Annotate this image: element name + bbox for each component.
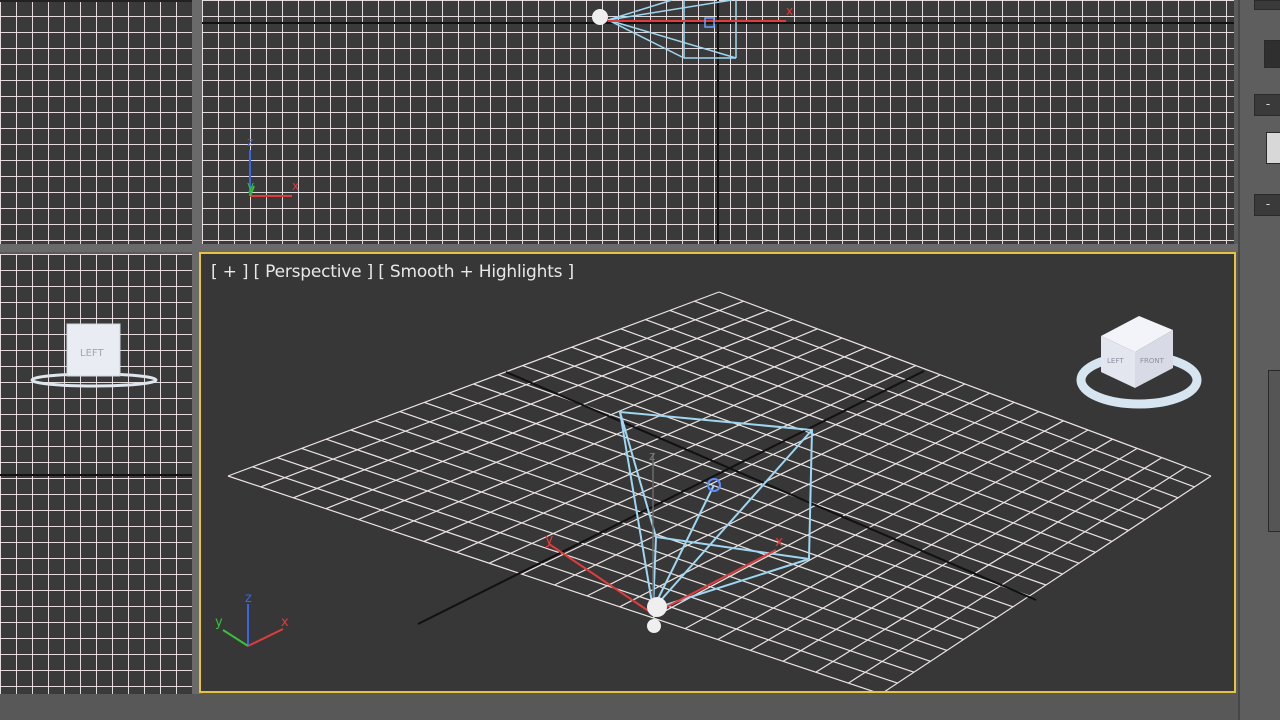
viewport-separator-horizontal[interactable]	[0, 244, 1238, 252]
viewcube-front-label: FRONT	[1140, 357, 1165, 365]
top-viewport-overlay: x x z y	[247, 0, 793, 197]
panel-icon-button[interactable]	[1266, 132, 1280, 164]
gizmo-x-label: x	[786, 4, 793, 18]
tripod-z-label: z	[245, 591, 252, 606]
viewcube-left-label: LEFT	[1107, 357, 1124, 365]
front-viewport[interactable]	[0, 0, 192, 244]
tripod-z-label: z	[247, 135, 253, 149]
tripod-x-label: x	[292, 179, 299, 193]
top-viewport[interactable]: x x z y	[202, 0, 1234, 244]
panel-dark-button[interactable]	[1264, 40, 1280, 68]
camera-base-icon	[647, 619, 661, 633]
perspective-scene: y x z x z y LEFT FRONT	[215, 291, 1212, 691]
perspective-viewport[interactable]: [ + ] [ Perspective ] [ Smooth + Highlig…	[199, 252, 1236, 693]
perspective-grid	[227, 291, 1212, 691]
grid-line	[884, 475, 1212, 691]
panel-scrollbar[interactable]	[1268, 370, 1280, 532]
camera-top-view-wire	[607, 0, 737, 59]
camera-y-label: y	[545, 532, 553, 548]
tripod-y-label: y	[215, 615, 223, 630]
viewcube-left-label: LEFT	[80, 348, 104, 359]
left-viewcube-overlay: LEFT	[30, 323, 158, 388]
camera-icon	[592, 9, 608, 25]
grid-line	[815, 457, 1163, 673]
status-bar	[0, 694, 1238, 720]
viewcube[interactable]: LEFT FRONT	[1076, 316, 1202, 409]
rollout-collapse-button-2[interactable]: -	[1254, 194, 1280, 216]
tripod-y-label: y	[247, 179, 254, 193]
command-panel: - -	[1238, 0, 1280, 720]
tripod-x-label: x	[281, 615, 289, 630]
camera-x-label: x	[775, 534, 783, 550]
camera-z-label: z	[649, 449, 655, 463]
axis-tripod-perspective: x z y	[215, 591, 289, 647]
axis-tripod-top: x z y	[247, 135, 299, 197]
rollout-collapse-button[interactable]: -	[1254, 94, 1280, 116]
camera-icon[interactable]	[647, 597, 667, 617]
left-viewport[interactable]: LEFT	[0, 254, 192, 694]
grid-axis-line	[0, 0, 192, 2]
panel-top-button[interactable]	[1254, 0, 1280, 10]
camera-target-box	[704, 17, 715, 28]
